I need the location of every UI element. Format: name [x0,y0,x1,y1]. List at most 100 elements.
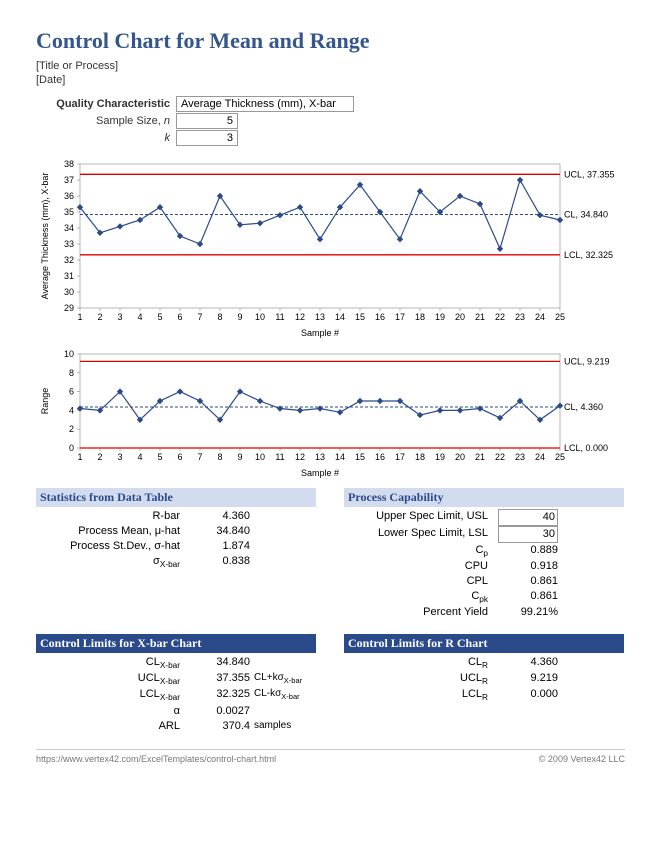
svg-text:20: 20 [455,312,465,322]
svg-text:23: 23 [515,452,525,462]
svg-text:9: 9 [237,312,242,322]
svg-text:32: 32 [64,255,74,265]
stat-label: UCLX-bar [36,671,190,687]
lsl-label: Lower Spec Limit, LSL [344,526,498,543]
parameters-block: Quality Characteristic Sample Size, n k [36,96,625,146]
svg-text:15: 15 [355,452,365,462]
svg-text:8: 8 [69,368,74,378]
stat-value: 0.918 [498,559,558,574]
svg-text:18: 18 [415,312,425,322]
svg-text:25: 25 [555,452,565,462]
stat-label: CLX-bar [36,655,190,671]
svg-text:33: 33 [64,239,74,249]
xbar-chart: 2930313233343536373812345678910111213141… [36,158,625,338]
stat-value: 0.0027 [190,704,250,719]
svg-text:31: 31 [64,271,74,281]
footer-copyright: © 2009 Vertex42 LLC [539,754,625,764]
stat-label: Process Mean, μ-hat [36,524,190,539]
lsl-input[interactable]: 30 [498,526,558,543]
svg-text:9: 9 [237,452,242,462]
svg-text:17: 17 [395,452,405,462]
stat-value: 9.219 [498,671,558,687]
svg-text:11: 11 [275,452,284,462]
svg-text:CL, 34.840: CL, 34.840 [564,210,608,220]
subtitle-process: [Title or Process] [36,60,625,72]
stat-label: CPU [344,559,498,574]
svg-text:29: 29 [64,303,74,313]
svg-text:UCL, 9.219: UCL, 9.219 [564,356,610,366]
stat-label: σX-bar [36,554,190,570]
svg-text:5: 5 [157,452,162,462]
stat-value: 1.874 [190,539,250,554]
footer-url: https://www.vertex42.com/ExcelTemplates/… [36,754,276,764]
svg-text:1: 1 [77,452,82,462]
svg-text:19: 19 [435,452,445,462]
svg-text:Average Thickness (mm), X-bar: Average Thickness (mm), X-bar [40,173,50,300]
svg-text:14: 14 [335,312,345,322]
quality-input[interactable] [176,96,354,112]
svg-text:2: 2 [97,452,102,462]
stat-value: 4.360 [498,655,558,671]
r-chart: 0246810123456789101112131415161718192021… [36,348,625,478]
r-limits: Control Limits for R Chart CLR4.360UCLR9… [344,634,624,734]
stat-value: 37.355 [190,671,250,687]
stat-extra: CL-kσX-bar [250,687,300,703]
svg-text:Range: Range [40,388,50,415]
svg-text:17: 17 [395,312,405,322]
stat-value: 99.21% [498,605,558,620]
stat-label: ARL [36,719,190,734]
svg-text:7: 7 [197,452,202,462]
svg-text:22: 22 [495,452,505,462]
stat-label: CLR [344,655,498,671]
stat-value: 0.861 [498,574,558,589]
svg-text:10: 10 [64,349,74,359]
stats-table: Statistics from Data Table R-bar4.360Pro… [36,488,316,620]
sample-size-label: Sample Size, n [36,115,176,127]
svg-text:Sample #: Sample # [301,468,339,478]
svg-text:24: 24 [535,452,545,462]
sample-size-input[interactable] [176,113,238,129]
svg-text:13: 13 [315,312,325,322]
k-input[interactable] [176,130,238,146]
usl-input[interactable]: 40 [498,509,558,526]
svg-text:1: 1 [77,312,82,322]
stat-label: R-bar [36,509,190,524]
svg-text:CL, 4.360: CL, 4.360 [564,402,603,412]
svg-text:19: 19 [435,312,445,322]
svg-text:15: 15 [355,312,365,322]
stats-table-header: Statistics from Data Table [36,488,316,507]
stat-value: 0.861 [498,589,558,605]
svg-text:14: 14 [335,452,345,462]
xbar-limits: Control Limits for X-bar Chart CLX-bar34… [36,634,316,734]
svg-text:16: 16 [375,452,385,462]
footer: https://www.vertex42.com/ExcelTemplates/… [36,749,625,764]
svg-text:2: 2 [97,312,102,322]
svg-text:24: 24 [535,312,545,322]
svg-text:4: 4 [137,312,142,322]
svg-text:3: 3 [117,452,122,462]
svg-text:8: 8 [217,452,222,462]
stat-value: 34.840 [190,655,250,671]
svg-text:10: 10 [255,452,265,462]
stat-extra: CL+kσX-bar [250,671,302,687]
svg-text:5: 5 [157,312,162,322]
svg-text:12: 12 [295,312,305,322]
svg-text:16: 16 [375,312,385,322]
svg-text:38: 38 [64,159,74,169]
stat-label: Cpk [344,589,498,605]
svg-text:20: 20 [455,452,465,462]
svg-text:Sample #: Sample # [301,328,339,338]
stat-label: CPL [344,574,498,589]
svg-text:2: 2 [69,424,74,434]
svg-text:21: 21 [475,312,485,322]
svg-text:34: 34 [64,223,74,233]
stat-value: 0.838 [190,554,250,570]
stat-value: 34.840 [190,524,250,539]
stat-label: LCLX-bar [36,687,190,703]
stat-value: 4.360 [190,509,250,524]
quality-label: Quality Characteristic [36,98,176,110]
svg-text:23: 23 [515,312,525,322]
r-limits-header: Control Limits for R Chart [344,634,624,653]
xbar-limits-header: Control Limits for X-bar Chart [36,634,316,653]
stat-value: 0.889 [498,543,558,559]
